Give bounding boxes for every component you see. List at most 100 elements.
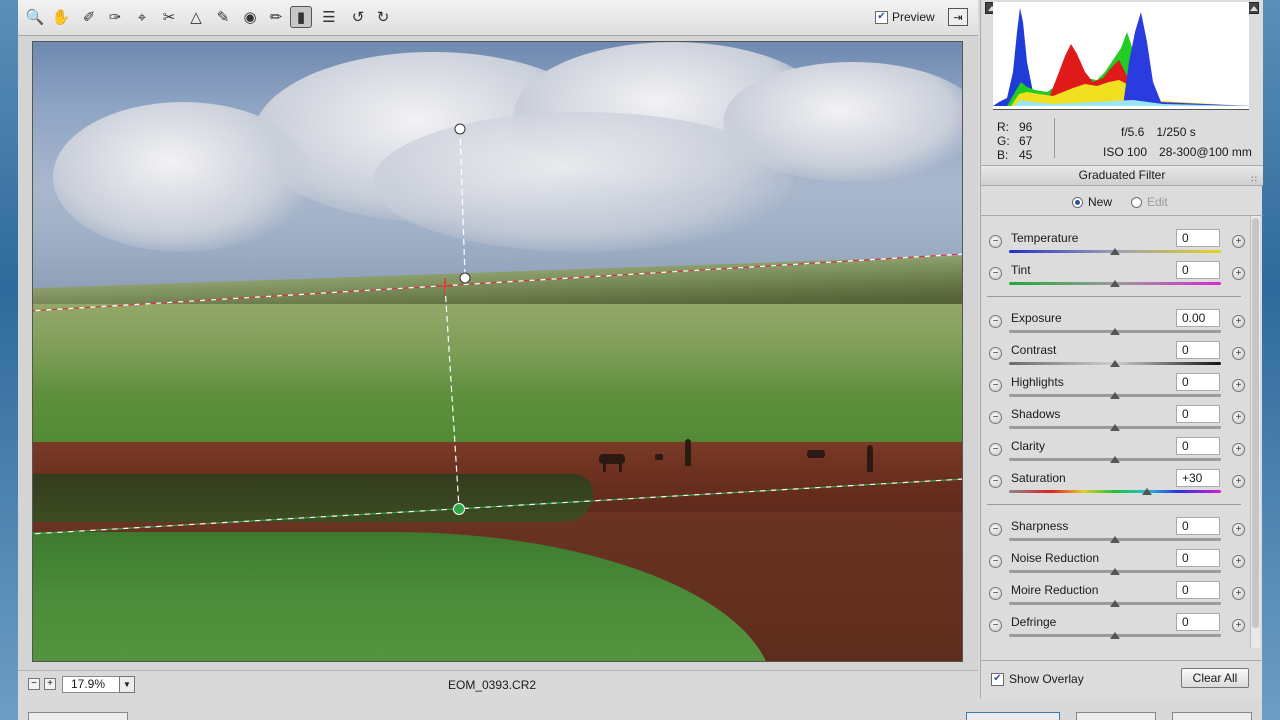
red-eye-icon[interactable]: ◉ bbox=[239, 6, 261, 28]
slider-value-field[interactable]: 0.00 bbox=[1176, 309, 1220, 327]
bottom-handle[interactable] bbox=[453, 503, 465, 515]
spot-removal-icon[interactable]: ✎ bbox=[212, 6, 234, 28]
increase-icon[interactable]: + bbox=[1232, 411, 1245, 424]
decrease-icon[interactable]: − bbox=[989, 411, 1002, 424]
slider-thumb[interactable] bbox=[1110, 456, 1120, 463]
slider-exposure: − Exposure 0.00 + bbox=[981, 306, 1249, 338]
top-handle[interactable] bbox=[459, 272, 471, 284]
done-button[interactable] bbox=[1172, 712, 1252, 720]
pixel-info: R: 96 G: 67 B: 45 f/5.6 1/250 s ISO 100 28-30… bbox=[981, 112, 1263, 166]
decrease-icon[interactable]: − bbox=[989, 475, 1002, 488]
decrease-icon[interactable]: − bbox=[989, 235, 1002, 248]
slider-label: Exposure bbox=[1011, 311, 1062, 325]
slider-thumb[interactable] bbox=[1110, 328, 1120, 335]
slider-value-field[interactable]: 0 bbox=[1176, 549, 1220, 567]
clear-all-button[interactable]: Clear All bbox=[1181, 668, 1249, 688]
decrease-icon[interactable]: − bbox=[989, 619, 1002, 632]
zoom-level-field[interactable]: 17.9% bbox=[62, 676, 126, 693]
increase-icon[interactable]: + bbox=[1232, 523, 1245, 536]
panel-scrollbar[interactable] bbox=[1250, 216, 1260, 648]
rotate-cw-icon[interactable]: ↻ bbox=[372, 6, 394, 28]
mode-edit-radio[interactable]: Edit bbox=[1131, 195, 1168, 209]
increase-icon[interactable]: + bbox=[1232, 555, 1245, 568]
fullscreen-button[interactable]: ⇥ bbox=[948, 8, 968, 26]
slider-thumb[interactable] bbox=[1110, 424, 1120, 431]
slider-value-field[interactable]: 0 bbox=[1176, 373, 1220, 391]
slider-thumb[interactable] bbox=[1110, 360, 1120, 367]
scrollbar-thumb[interactable] bbox=[1252, 218, 1259, 628]
slider-sharpness: − Sharpness 0 + bbox=[981, 514, 1249, 546]
slider-value-field[interactable]: 0 bbox=[1176, 405, 1220, 423]
increase-icon[interactable]: + bbox=[1232, 619, 1245, 632]
graduated-filter-overlay[interactable] bbox=[33, 42, 963, 662]
zoom-icon[interactable]: 🔍 bbox=[24, 6, 46, 28]
zoom-out-button[interactable]: − bbox=[28, 678, 40, 690]
slider-value-field[interactable]: 0 bbox=[1176, 229, 1220, 247]
window-frame-right bbox=[1262, 0, 1280, 720]
rotation-handle[interactable] bbox=[454, 123, 466, 135]
increase-icon[interactable]: + bbox=[1232, 379, 1245, 392]
slider-track[interactable] bbox=[1009, 490, 1221, 493]
slider-label: Highlights bbox=[1011, 375, 1064, 389]
slider-shadows: − Shadows 0 + bbox=[981, 402, 1249, 434]
histogram-graph bbox=[993, 2, 1249, 110]
increase-icon[interactable]: + bbox=[1232, 443, 1245, 456]
slider-value-field[interactable]: 0 bbox=[1176, 437, 1220, 455]
mode-new-radio[interactable]: New bbox=[1072, 195, 1112, 209]
slider-thumb[interactable] bbox=[1110, 568, 1120, 575]
increase-icon[interactable]: + bbox=[1232, 347, 1245, 360]
crop-icon[interactable]: ✂ bbox=[158, 6, 180, 28]
decrease-icon[interactable]: − bbox=[989, 347, 1002, 360]
slider-value-field[interactable]: 0 bbox=[1176, 581, 1220, 599]
slider-thumb[interactable] bbox=[1110, 280, 1120, 287]
adjustment-brush-icon[interactable]: ✏ bbox=[265, 6, 287, 28]
decrease-icon[interactable]: − bbox=[989, 443, 1002, 456]
slider-label: Moire Reduction bbox=[1011, 583, 1099, 597]
slider-thumb[interactable] bbox=[1110, 248, 1120, 255]
decrease-icon[interactable]: − bbox=[989, 555, 1002, 568]
image-canvas[interactable] bbox=[18, 36, 978, 670]
zoom-dropdown-icon[interactable]: ▼ bbox=[119, 676, 135, 693]
straighten-icon[interactable]: △ bbox=[185, 6, 207, 28]
photo-preview[interactable] bbox=[32, 41, 963, 662]
cancel-button[interactable] bbox=[1076, 712, 1156, 720]
increase-icon[interactable]: + bbox=[1232, 475, 1245, 488]
slider-thumb[interactable] bbox=[1110, 600, 1120, 607]
show-overlay-toggle[interactable]: ✔ Show Overlay bbox=[991, 672, 1084, 686]
panel-title: Graduated Filter ∷ bbox=[981, 166, 1263, 186]
histogram bbox=[981, 0, 1263, 112]
radio-unselected-icon bbox=[1131, 196, 1142, 208]
preview-toggle[interactable]: ✔ Preview bbox=[875, 10, 935, 24]
decrease-icon[interactable]: − bbox=[989, 523, 1002, 536]
preview-checkbox[interactable]: ✔ bbox=[875, 10, 888, 24]
increase-icon[interactable]: + bbox=[1232, 267, 1245, 280]
hand-icon[interactable]: ✋ bbox=[50, 6, 72, 28]
decrease-icon[interactable]: − bbox=[989, 315, 1002, 328]
decrease-icon[interactable]: − bbox=[989, 267, 1002, 280]
slider-thumb[interactable] bbox=[1110, 536, 1120, 543]
zoom-in-button[interactable]: + bbox=[44, 678, 56, 690]
white-balance-icon[interactable]: ✐ bbox=[78, 6, 100, 28]
color-sampler-icon[interactable]: ✑ bbox=[104, 6, 126, 28]
slider-thumb[interactable] bbox=[1141, 488, 1152, 495]
graduated-filter-icon[interactable]: ▮ bbox=[290, 6, 312, 28]
show-overlay-checkbox[interactable]: ✔ bbox=[991, 672, 1004, 686]
slider-thumb[interactable] bbox=[1110, 392, 1120, 399]
slider-thumb[interactable] bbox=[1110, 632, 1120, 639]
slider-value-field[interactable]: 0 bbox=[1176, 261, 1220, 279]
slider-value-field[interactable]: 0 bbox=[1176, 517, 1220, 535]
decrease-icon[interactable]: − bbox=[989, 587, 1002, 600]
increase-icon[interactable]: + bbox=[1232, 587, 1245, 600]
slider-value-field[interactable]: 0 bbox=[1176, 341, 1220, 359]
increase-icon[interactable]: + bbox=[1232, 235, 1245, 248]
save-image-button[interactable] bbox=[28, 712, 128, 720]
decrease-icon[interactable]: − bbox=[989, 379, 1002, 392]
slider-value-field[interactable]: +30 bbox=[1176, 469, 1220, 487]
presets-list-icon[interactable]: ☰ bbox=[318, 6, 340, 28]
target-adjust-icon[interactable]: ⌖ bbox=[131, 6, 153, 28]
increase-icon[interactable]: + bbox=[1232, 315, 1245, 328]
open-image-button[interactable] bbox=[966, 712, 1060, 720]
rotate-ccw-icon[interactable]: ↺ bbox=[347, 6, 369, 28]
slider-value-field[interactable]: 0 bbox=[1176, 613, 1220, 631]
slider-contrast: − Contrast 0 + bbox=[981, 338, 1249, 370]
